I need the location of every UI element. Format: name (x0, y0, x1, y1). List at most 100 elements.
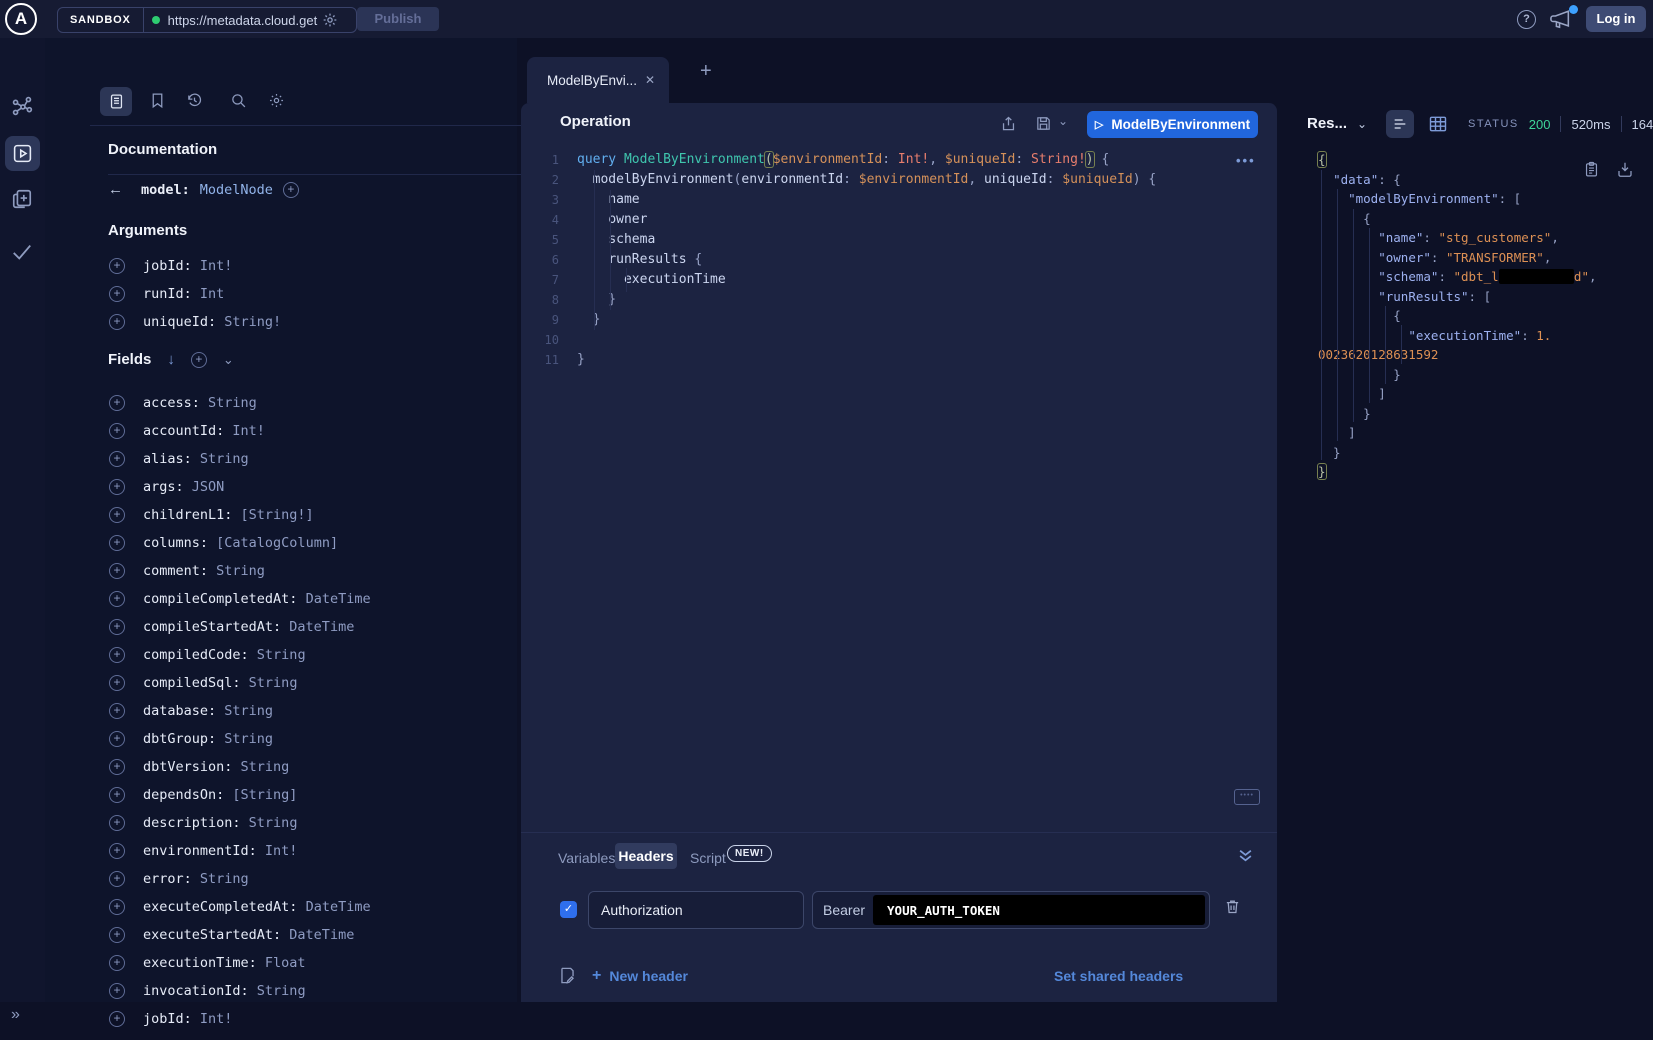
endpoint-url-box[interactable]: https://metadata.cloud.get (144, 8, 356, 32)
close-icon[interactable]: ✕ (645, 73, 655, 87)
bookmark-icon[interactable] (149, 92, 167, 110)
plus-circle-icon[interactable]: + (109, 535, 125, 551)
plus-circle-icon[interactable]: + (109, 675, 125, 691)
new-header-button[interactable]: + New header (592, 967, 688, 985)
sort-down-icon[interactable]: ↓ (167, 351, 175, 368)
chevron-down-icon[interactable]: ⌄ (223, 352, 234, 368)
env-pencil-icon[interactable] (558, 965, 577, 986)
publish-button[interactable]: Publish (357, 7, 439, 31)
plus-circle-icon[interactable]: + (109, 899, 125, 915)
save-icon[interactable] (1035, 115, 1053, 133)
doc-field-row[interactable]: +environmentId: Int! (90, 837, 562, 865)
plus-circle-icon[interactable]: + (109, 619, 125, 635)
plus-circle-icon[interactable]: + (109, 843, 125, 859)
run-button[interactable]: ▷ ModelByEnvironment (1087, 111, 1258, 138)
chevron-down-icon[interactable]: ⌄ (1357, 117, 1367, 131)
expand-right-icon[interactable]: » (11, 1006, 20, 1024)
endpoint-url-input[interactable]: https://metadata.cloud.get (168, 13, 320, 28)
header-enabled-checkbox[interactable]: ✓ (560, 901, 577, 918)
plus-circle-icon[interactable]: + (109, 955, 125, 971)
tab-variables[interactable]: Variables (558, 850, 615, 866)
plus-circle-icon[interactable]: + (109, 983, 125, 999)
history-icon[interactable] (186, 92, 204, 110)
endpoint-gear-icon[interactable] (322, 12, 338, 28)
plus-circle-icon[interactable]: + (109, 563, 125, 579)
plus-circle-icon[interactable]: + (283, 182, 299, 198)
plus-circle-icon[interactable]: + (109, 258, 125, 274)
table-view-icon[interactable] (1428, 114, 1448, 134)
login-button[interactable]: Log in (1586, 6, 1646, 32)
apollo-logo[interactable]: A (5, 3, 37, 35)
breadcrumb-type[interactable]: ModelNode (200, 182, 273, 198)
plus-circle-icon[interactable]: + (109, 1011, 125, 1027)
doc-field-row[interactable]: +access: String (90, 389, 562, 417)
chevron-down-icon[interactable]: ⌄ (1058, 114, 1068, 128)
auth-token-field[interactable]: YOUR_AUTH_TOKEN (873, 895, 1205, 925)
plus-circle-icon[interactable]: + (109, 451, 125, 467)
doc-field-row[interactable]: +compiledSql: String (90, 669, 562, 697)
doc-field-row[interactable]: +compileCompletedAt: DateTime (90, 585, 562, 613)
doc-field-row[interactable]: +invocationId: String (90, 977, 562, 1005)
header-value-input[interactable]: Bearer YOUR_AUTH_TOKEN (812, 891, 1210, 929)
trash-icon[interactable] (1224, 897, 1242, 917)
plus-circle-icon[interactable]: + (109, 927, 125, 943)
doc-field-row[interactable]: +executeStartedAt: DateTime (90, 921, 562, 949)
plus-circle-icon[interactable]: + (191, 352, 207, 368)
tab-modelbyenvironment[interactable]: ModelByEnvi... ✕ (527, 57, 669, 103)
doc-field-row[interactable]: +accountId: Int! (90, 417, 562, 445)
header-key-input[interactable]: Authorization (588, 891, 804, 929)
plus-circle-icon[interactable]: + (109, 731, 125, 747)
collapse-down-icon[interactable] (1238, 848, 1253, 863)
doc-field-row[interactable]: +uniqueId: String! (90, 308, 562, 336)
response-title[interactable]: Res... (1307, 115, 1347, 132)
operations-icon[interactable] (11, 188, 33, 210)
doc-field-row[interactable]: +jobId: Int! (90, 252, 562, 280)
sandbox-badge[interactable]: SANDBOX (58, 8, 144, 32)
plus-circle-icon[interactable]: + (109, 286, 125, 302)
plus-circle-icon[interactable]: + (109, 871, 125, 887)
doc-field-row[interactable]: +args: JSON (90, 473, 562, 501)
help-icon[interactable]: ? (1517, 10, 1536, 29)
doc-field-row[interactable]: +dependsOn: [String] (90, 781, 562, 809)
plus-circle-icon[interactable]: + (109, 507, 125, 523)
megaphone-icon[interactable] (1550, 10, 1572, 29)
plus-circle-icon[interactable]: + (109, 395, 125, 411)
document-icon[interactable] (100, 87, 132, 116)
plus-circle-icon[interactable]: + (109, 759, 125, 775)
plus-circle-icon[interactable]: + (109, 591, 125, 607)
doc-field-row[interactable]: +compileStartedAt: DateTime (90, 613, 562, 641)
doc-field-row[interactable]: +database: String (90, 697, 562, 725)
plus-circle-icon[interactable]: + (109, 647, 125, 663)
set-shared-headers-button[interactable]: Set shared headers (1054, 968, 1183, 984)
plus-circle-icon[interactable]: + (109, 479, 125, 495)
explorer-play-icon[interactable] (5, 136, 40, 171)
doc-field-row[interactable]: +jobId: Int! (90, 1005, 562, 1033)
tab-headers[interactable]: Headers (615, 843, 677, 869)
keyboard-icon[interactable]: •••• (1234, 789, 1260, 805)
doc-field-row[interactable]: +dbtVersion: String (90, 753, 562, 781)
doc-field-row[interactable]: +childrenL1: [String!] (90, 501, 562, 529)
text-view-icon[interactable] (1386, 110, 1414, 138)
plus-circle-icon[interactable]: + (109, 787, 125, 803)
doc-field-row[interactable]: +dbtGroup: String (90, 725, 562, 753)
share-icon[interactable] (1000, 115, 1018, 133)
new-tab-icon[interactable]: + (700, 60, 712, 83)
checklist-icon[interactable] (11, 241, 33, 263)
doc-field-row[interactable]: +runId: Int (90, 280, 562, 308)
doc-field-row[interactable]: +executeCompletedAt: DateTime (90, 893, 562, 921)
doc-field-row[interactable]: +description: String (90, 809, 562, 837)
doc-field-row[interactable]: +error: String (90, 865, 562, 893)
query-editor[interactable]: 1query ModelByEnvironment($environmentId… (521, 150, 1269, 370)
doc-field-row[interactable]: +comment: String (90, 557, 562, 585)
tab-script[interactable]: Script (690, 850, 726, 866)
doc-field-row[interactable]: +compiledCode: String (90, 641, 562, 669)
graph-icon[interactable] (11, 95, 33, 117)
doc-field-row[interactable]: +executionTime: Float (90, 949, 562, 977)
search-icon[interactable] (230, 92, 248, 110)
back-arrow-icon[interactable]: ← (108, 181, 123, 198)
plus-circle-icon[interactable]: + (109, 815, 125, 831)
doc-field-row[interactable]: +alias: String (90, 445, 562, 473)
settings-icon[interactable] (268, 92, 286, 110)
doc-field-row[interactable]: +columns: [CatalogColumn] (90, 529, 562, 557)
plus-circle-icon[interactable]: + (109, 703, 125, 719)
